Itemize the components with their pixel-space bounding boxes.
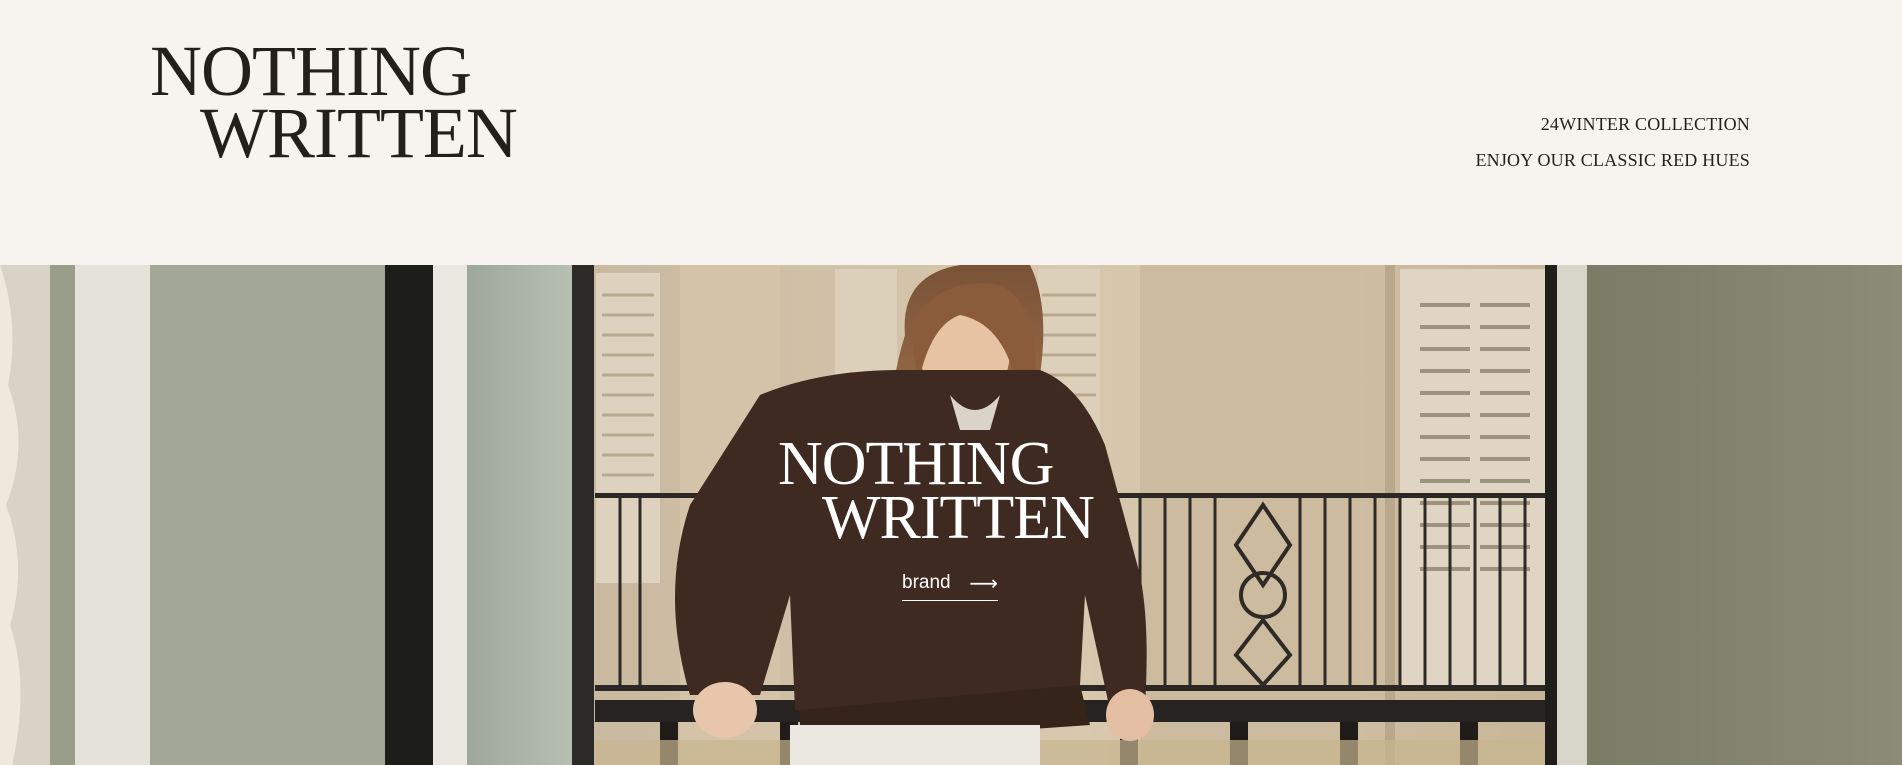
page: NOTHING WRITTEN 24WINTER COLLECTION ENJO… — [0, 0, 1902, 765]
logo-line-2: WRITTEN — [200, 93, 518, 173]
header-announcement: 24WINTER COLLECTION ENJOY OUR CLASSIC RE… — [1475, 106, 1750, 178]
site-logo[interactable]: NOTHING WRITTEN — [150, 35, 518, 173]
tagline-text: ENJOY OUR CLASSIC RED HUES — [1475, 150, 1750, 170]
hero-logo-line-1: NOTHING — [778, 430, 1054, 498]
hero-logo-line-2: WRITTEN — [822, 484, 1095, 552]
brand-link-label: brand — [902, 572, 951, 593]
hero-banner: NOTHING WRITTEN brand ⟶ — [0, 265, 1902, 765]
brand-link[interactable]: brand ⟶ — [902, 571, 998, 601]
collection-text: 24WINTER COLLECTION — [1540, 114, 1750, 134]
hero-logo[interactable]: NOTHING WRITTEN — [778, 430, 1095, 552]
site-header: NOTHING WRITTEN 24WINTER COLLECTION ENJO… — [0, 0, 1902, 265]
arrow-right-icon: ⟶ — [969, 571, 998, 595]
